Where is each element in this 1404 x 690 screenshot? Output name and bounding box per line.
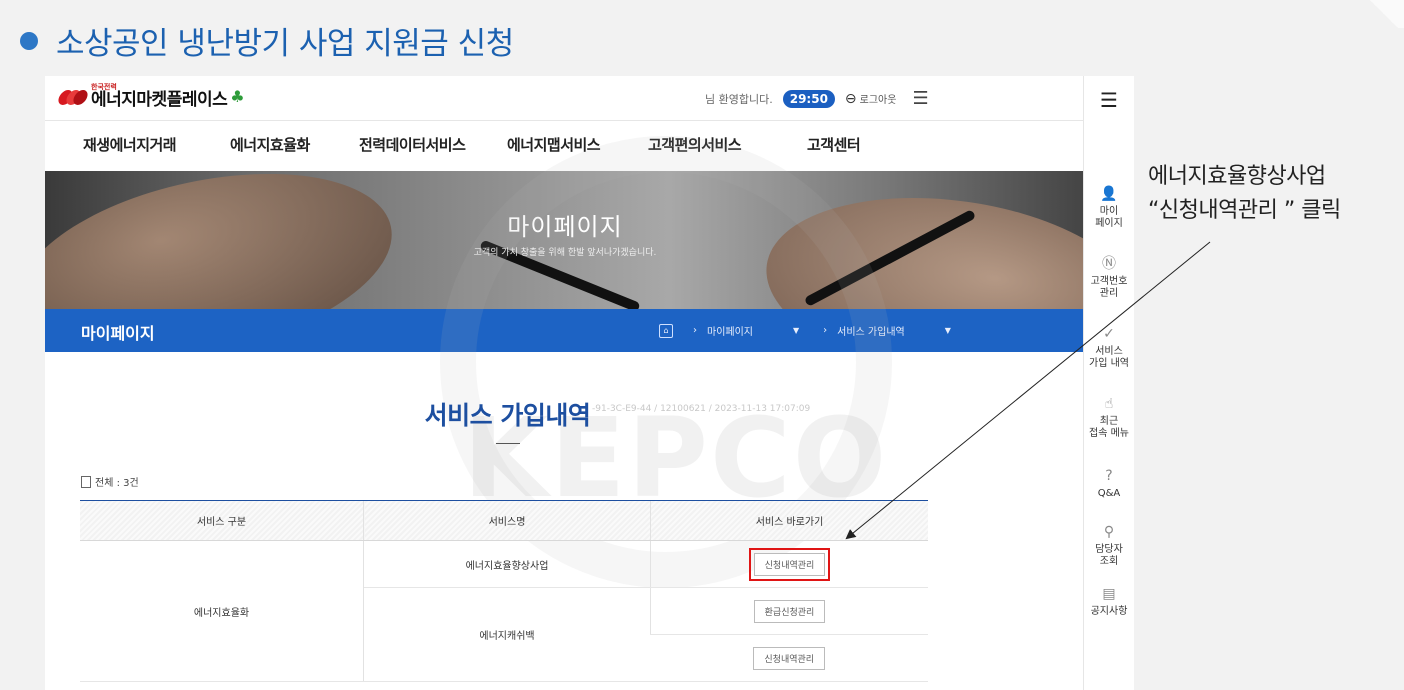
refund-application-button[interactable]: 환급신청관리 xyxy=(753,599,826,623)
annotation-line2: “신청내역관리 ” 클릭 xyxy=(1148,198,1341,224)
total-count: 전체 : 3건 xyxy=(81,474,139,489)
link-cell: 신청내역관리 xyxy=(650,634,928,682)
cashback-history-button[interactable]: 신청내역관리 xyxy=(753,646,826,670)
pointer-icon: ☝ xyxy=(1104,396,1114,412)
number-icon: Ⓝ xyxy=(1102,256,1116,272)
quick-nav-notice[interactable]: ▤ 공지사항 xyxy=(1084,586,1134,618)
hamburger-menu-icon[interactable]: ☰ xyxy=(912,88,928,109)
hamburger-menu-icon[interactable]: ☰ xyxy=(1084,88,1134,112)
link-cell: 환급신청관리 xyxy=(650,587,928,635)
slide-title: 소상공인 냉난방기 사업 지원금 신청 xyxy=(20,18,514,63)
page-meta-text: -91-3C-E9-44 / 12100621 / 2023-11-13 17:… xyxy=(592,404,811,414)
quick-nav-service-history[interactable]: ✓ 서비스 가입 내역 xyxy=(1084,326,1134,369)
column-header: 서비스명 xyxy=(363,500,651,541)
session-timer: 29:50 xyxy=(782,89,835,108)
top-bar: 한국전력 에너지마켓플레이스 ♣ 님 환영합니다. 29:50 ⊖ 로그아웃 ☰ xyxy=(45,76,1085,121)
column-header: 서비스 바로가기 xyxy=(650,500,928,541)
page-header-title: 마이페이지 xyxy=(81,324,155,343)
quick-nav-mypage[interactable]: 👤 마이 페이지 xyxy=(1084,186,1134,229)
service-name-cell: 에너지효율향상사업 xyxy=(363,540,651,588)
document-icon xyxy=(81,475,91,488)
welcome-text: 님 환영합니다. xyxy=(705,92,773,106)
question-icon: ? xyxy=(1105,468,1113,484)
site-logo[interactable]: 한국전력 에너지마켓플레이스 ♣ xyxy=(56,84,245,110)
table-row: 에너지효율화 에너지효율향상사업 신청내역관리 xyxy=(80,540,928,682)
leaf-icon: ♣ xyxy=(230,87,245,106)
category-cell: 에너지효율화 xyxy=(80,540,364,682)
gnb-item-customer-center[interactable]: 고객센터 xyxy=(807,134,861,155)
check-circle-icon: ✓ xyxy=(1103,326,1115,342)
user-box: 님 환영합니다. 29:50 ⊖ 로그아웃 ☰ xyxy=(705,88,929,109)
slide-title-text: 소상공인 냉난방기 사업 지원금 신청 xyxy=(56,26,514,62)
link-cell: 신청내역관리 xyxy=(650,540,928,588)
logo-name: 에너지마켓플레이스 xyxy=(91,90,228,110)
notice-icon: ▤ xyxy=(1102,586,1116,602)
quick-nav-recent-menu[interactable]: ☝ 최근 접속 메뉴 xyxy=(1084,396,1134,439)
table-header-row: 서비스 구분 서비스명 서비스 바로가기 xyxy=(80,500,928,541)
person-search-icon: ⚲ xyxy=(1103,524,1115,540)
page-title: 서비스 가입내역 xyxy=(424,401,591,430)
quick-nav-manager[interactable]: ⚲ 담당자 조회 xyxy=(1084,524,1134,567)
gnb-item-efficiency[interactable]: 에너지효율화 xyxy=(230,134,310,155)
user-icon: 👤 xyxy=(1100,186,1118,202)
corner-decoration xyxy=(1364,0,1404,28)
service-table: 서비스 구분 서비스명 서비스 바로가기 에너지효율화 에너지효율향상사업 신청… xyxy=(80,500,928,682)
service-name-cell: 에너지캐쉬백 xyxy=(363,587,651,682)
website-screenshot: 한국전력 에너지마켓플레이스 ♣ 님 환영합니다. 29:50 ⊖ 로그아웃 ☰… xyxy=(45,76,1133,690)
right-quick-nav: ☰ 👤 마이 페이지 Ⓝ 고객번호 관리 ✓ 서비스 가입 내역 ☝ 최근 접속 메뉴 … xyxy=(1083,76,1134,690)
gnb-item-power-data[interactable]: 전력데이터서비스 xyxy=(359,134,466,155)
quick-nav-customer-number[interactable]: Ⓝ 고객번호 관리 xyxy=(1084,256,1134,299)
application-history-button[interactable]: 신청내역관리 xyxy=(748,547,831,581)
title-divider xyxy=(496,443,520,444)
annotation-callout: 에너지효율향상사업 “신청내역관리 ” 클릭 xyxy=(1148,160,1341,228)
bullet-dot-icon xyxy=(20,31,38,50)
logout-label: 로그아웃 xyxy=(859,95,897,106)
chevron-down-icon[interactable]: ▼ xyxy=(945,326,951,335)
logout-icon: ⊖ xyxy=(844,90,857,107)
kepco-logo-icon xyxy=(56,86,90,108)
annotation-line1: 에너지효율향상사업 xyxy=(1148,164,1326,189)
column-header: 서비스 구분 xyxy=(80,500,364,541)
total-count-text: 전체 : 3건 xyxy=(95,478,139,489)
quick-nav-qna[interactable]: ? Q&A xyxy=(1084,468,1134,500)
gnb-item-renewable[interactable]: 재생에너지거래 xyxy=(83,134,177,155)
logout-button[interactable]: ⊖ 로그아웃 xyxy=(845,91,897,107)
